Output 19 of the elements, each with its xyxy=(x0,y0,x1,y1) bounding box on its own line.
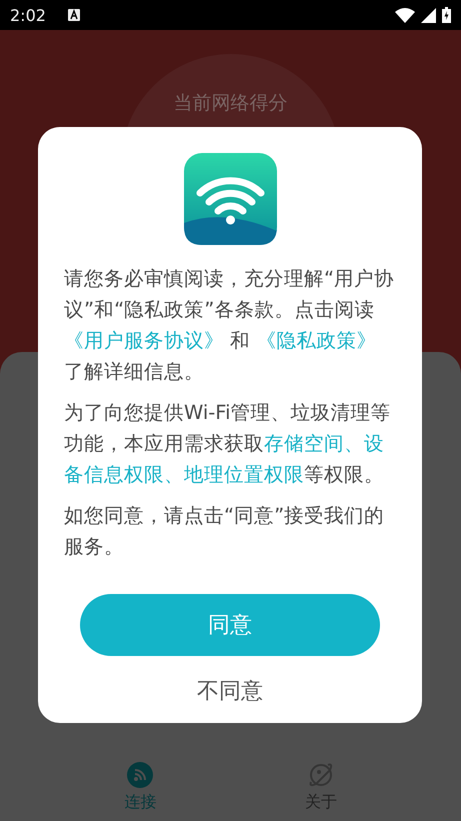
status-time: 2:02 xyxy=(10,6,46,24)
planet-icon xyxy=(308,762,334,788)
permissions-link[interactable]: 备信息权限、地理位置权限 xyxy=(64,463,304,486)
agree-button[interactable]: 同意 xyxy=(80,594,380,656)
consent-paragraph: 请您务必审慎阅读，充分理解“用户协议”和“隐私政策”各条款。点击阅读 《用户服务协议》 和 《隐私政策》 了解详细信息。 xyxy=(64,266,396,385)
policy-link[interactable]: 《隐私政策》 xyxy=(256,329,376,352)
keyboard-icon xyxy=(68,9,80,21)
signal-icon xyxy=(421,8,436,22)
permissions-link[interactable]: 存储空间、设 xyxy=(264,432,384,455)
consent-paragraph: 如您同意，请点击“同意”接受我们的服务。 xyxy=(64,503,386,560)
wifi-icon xyxy=(395,8,415,22)
disagree-button[interactable]: 不同意 xyxy=(187,672,273,710)
nav-tab[interactable]: 连接 xyxy=(124,762,156,813)
battery-icon xyxy=(442,7,451,23)
consent-paragraph: 为了向您提供Wi-Fi管理、垃圾清理等功能，本应用需求获取存储空间、设 备信息权限、地理位置权限等权限。 xyxy=(64,400,392,488)
score-title: 当前网络得分 xyxy=(174,92,288,114)
app-logo-icon xyxy=(184,153,276,245)
rss-icon xyxy=(127,762,154,788)
policy-link[interactable]: 《用户服务协议》 xyxy=(64,329,224,352)
